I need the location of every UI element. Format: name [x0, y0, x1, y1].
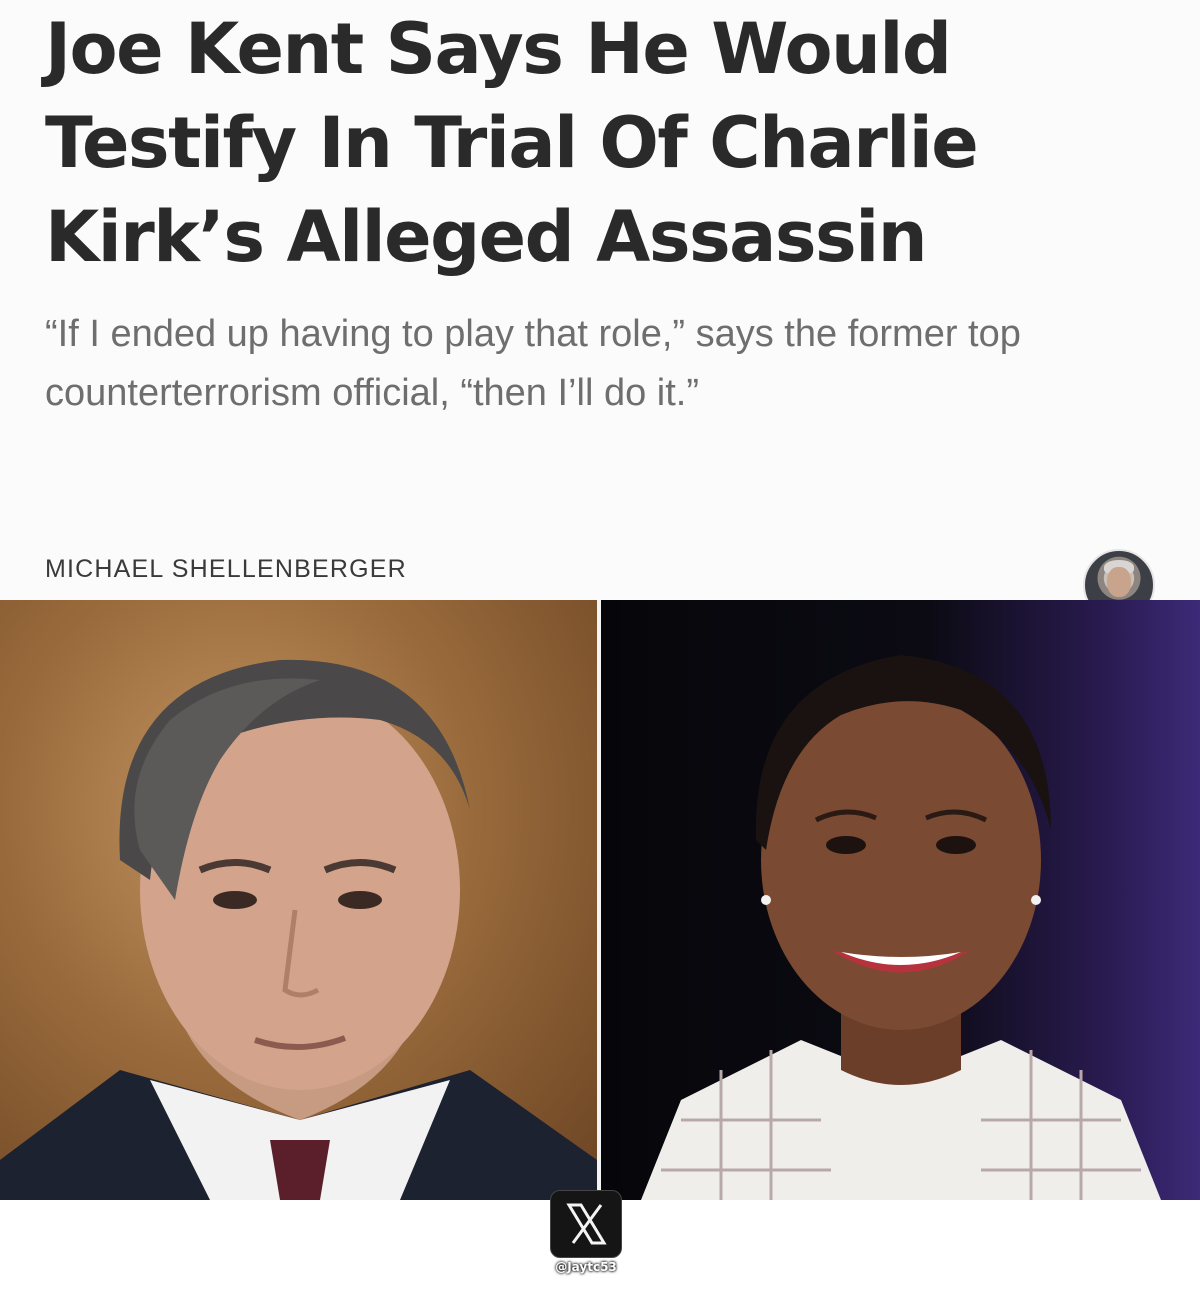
author-name[interactable]: MICHAEL SHELLENBERGER	[45, 555, 407, 584]
woman-portrait-illustration	[641, 655, 1161, 1200]
right-portrait-photo	[601, 600, 1200, 1200]
article-headline[interactable]: Joe Kent Says He Would Testify In Trial …	[45, 2, 1155, 284]
x-watermark: @Jaytc53	[550, 1190, 622, 1290]
article-subtitle: “If I ended up having to play that role,…	[45, 313, 1021, 414]
byline-row: MICHAEL SHELLENBERGER	[45, 549, 1155, 621]
man-portrait-illustration	[0, 659, 597, 1200]
watermark-handle: @Jaytc53	[555, 1260, 617, 1274]
article-header: Joe Kent Says He Would Testify In Trial …	[0, 0, 1200, 621]
x-logo-icon	[550, 1190, 622, 1258]
photo-collage: @Jaytc53	[0, 600, 1200, 1274]
avatar-face	[1107, 567, 1131, 597]
left-portrait-photo	[0, 600, 597, 1200]
